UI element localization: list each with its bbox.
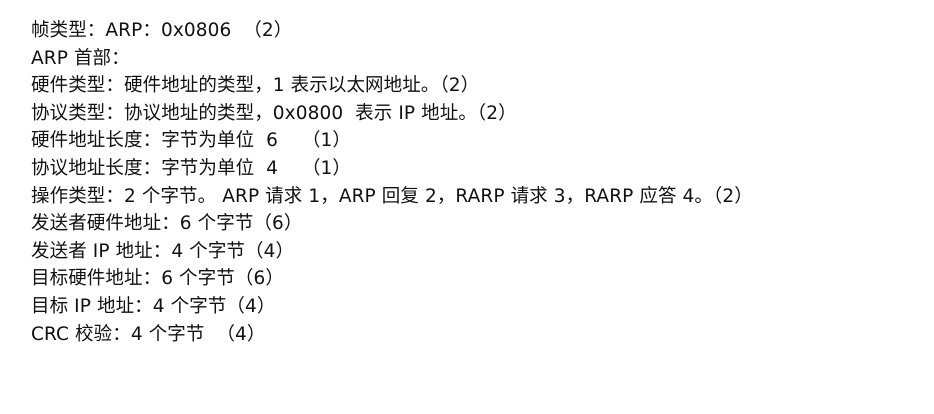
line-arp-header: ARP 首部： — [31, 47, 130, 69]
line-hardware-address-length: 硬件地址长度：字节为单位 6 （1） — [31, 130, 352, 152]
line-target-ip-address: 目标 IP 地址：4 个字节（4） — [31, 295, 276, 317]
line-protocol-type: 协议类型：协议地址的类型，0x0800 表示 IP 地址。（2） — [31, 102, 517, 124]
line-operation-type: 操作类型：2 个字节。 ARP 请求 1，ARP 回复 2，RARP 请求 3，… — [31, 185, 753, 207]
line-frame-type: 帧类型：ARP：0x0806 （2） — [31, 20, 293, 41]
line-target-hardware-address: 目标硬件地址：6 个字节（6） — [31, 268, 284, 290]
line-hardware-type: 硬件类型：硬件地址的类型，1 表示以太网地址。（2） — [31, 75, 480, 97]
arp-frame-notes: 帧类型：ARP：0x0806 （2） ARP 首部： 硬件类型：硬件地址的类型，… — [31, 17, 921, 348]
line-sender-hardware-address: 发送者硬件地址：6 个字节（6） — [31, 213, 303, 235]
line-crc-check: CRC 校验：4 个字节 （4） — [31, 323, 266, 345]
line-protocol-address-length: 协议地址长度：字节为单位 4 （1） — [31, 157, 352, 179]
line-sender-ip-address: 发送者 IP 地址：4 个字节（4） — [31, 240, 295, 262]
